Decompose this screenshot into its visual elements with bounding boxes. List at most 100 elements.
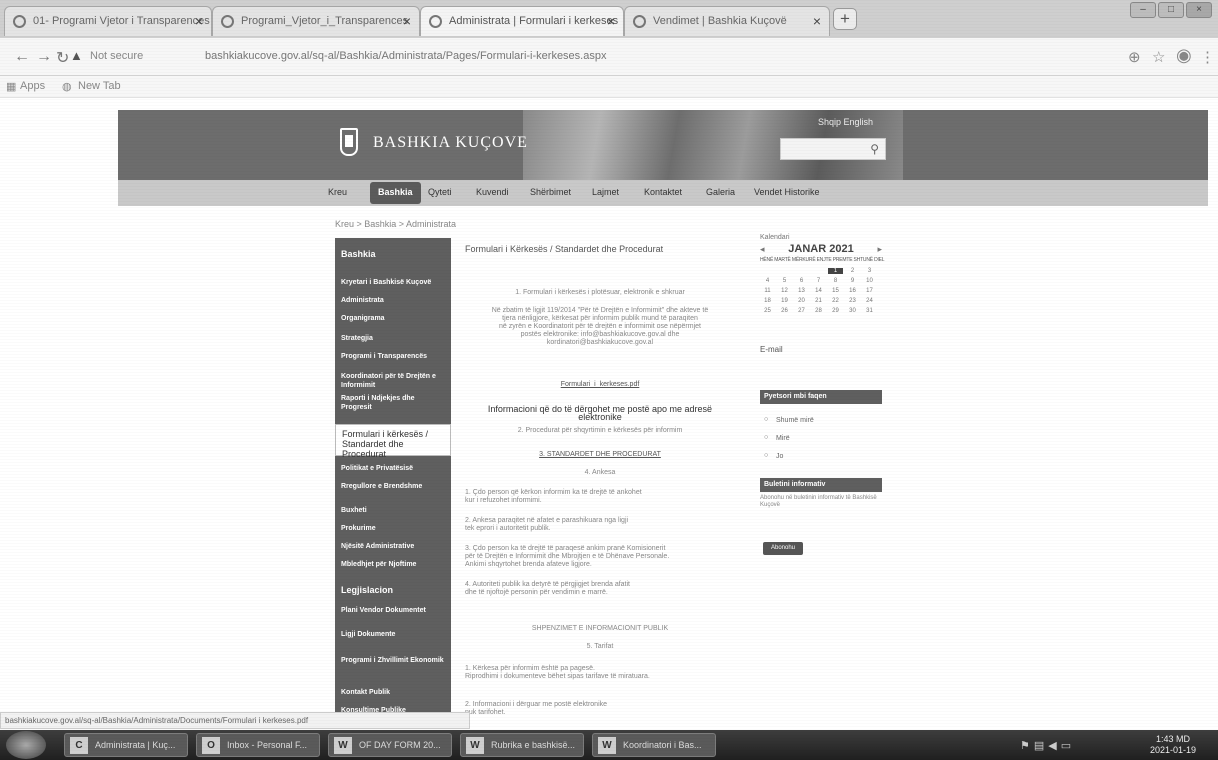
browser-tab-active[interactable]: Administrata | Formulari i kerkeses × — [420, 6, 624, 36]
sidebar-item[interactable]: Programi i Transparencës — [341, 352, 447, 361]
browser-tab[interactable]: 01- Programi Vjetor i Transparences × — [4, 6, 212, 36]
radio-icon[interactable]: ○ — [764, 434, 768, 441]
apps-grid-icon[interactable]: ▦ — [6, 80, 16, 93]
menu-icon[interactable]: ⋮ — [1200, 48, 1215, 66]
taskbar-item[interactable]: C Administrata | Kuç... — [64, 733, 188, 757]
section-link[interactable]: 3. STANDARDET DHE PROCEDURAT — [465, 451, 735, 459]
calendar-day[interactable]: 20 — [794, 298, 809, 304]
nav-item-kreu[interactable]: Kreu — [328, 187, 347, 197]
calendar-day[interactable]: 14 — [811, 288, 826, 294]
site-search-input[interactable]: ⚲ — [780, 138, 886, 160]
sidebar-item[interactable]: Kryetari i Bashkisë Kuçovë — [341, 278, 447, 287]
reload-icon[interactable]: ↻ — [56, 48, 69, 68]
sidebar-item[interactable]: Ligji Dokumente — [341, 630, 447, 639]
sidebar-item[interactable]: Raporti i Ndjekjes dhe Progresit — [341, 394, 447, 412]
sidebar-item[interactable]: Buxheti — [341, 506, 447, 515]
profile-icon[interactable]: ◉ — [1176, 45, 1192, 66]
new-tab-button[interactable]: + — [833, 8, 857, 30]
calendar-day[interactable]: 2 — [845, 268, 860, 274]
calendar-day[interactable]: 19 — [777, 298, 792, 304]
calendar-day[interactable]: 22 — [828, 298, 843, 304]
minimize-button[interactable]: – — [1130, 2, 1156, 18]
calendar-day[interactable]: 16 — [845, 288, 860, 294]
taskbar-item[interactable]: W Rubrika e bashkisë... — [460, 733, 584, 757]
poll-option[interactable]: Mirë — [776, 435, 790, 442]
browser-tab[interactable]: Vendimet | Bashkia Kuçovë × — [624, 6, 830, 36]
calendar-day[interactable]: 9 — [845, 278, 860, 284]
email-label[interactable]: E-mail — [760, 345, 783, 354]
taskbar-item[interactable]: W Koordinatori i Bas... — [592, 733, 716, 757]
nav-item-vendet-historike[interactable]: Vendet Historike — [754, 187, 820, 197]
sidebar-item[interactable]: Politikat e Privatësisë — [341, 464, 447, 473]
calendar-day[interactable]: 12 — [777, 288, 792, 294]
nav-item-kontaktet[interactable]: Kontaktet — [644, 187, 682, 197]
calendar-day[interactable]: 23 — [845, 298, 860, 304]
close-icon[interactable]: × — [607, 13, 615, 29]
nav-item-bashkia[interactable]: Bashkia — [370, 182, 421, 204]
form-download-link[interactable]: Formulari_i_kerkeses.pdf — [465, 381, 735, 389]
sidebar-item[interactable]: Organigrama — [341, 314, 447, 323]
nav-item-galeria[interactable]: Galeria — [706, 187, 735, 197]
calendar-day[interactable]: 15 — [828, 288, 843, 294]
calendar-day[interactable]: 27 — [794, 308, 809, 314]
calendar-day[interactable]: 5 — [777, 278, 792, 284]
back-arrow-icon[interactable]: ← — [14, 48, 30, 66]
calendar-day[interactable]: 8 — [828, 278, 843, 284]
calendar-day[interactable]: 21 — [811, 298, 826, 304]
calendar-day[interactable]: 3 — [862, 268, 877, 274]
calendar-day[interactable]: 13 — [794, 288, 809, 294]
sidebar-item[interactable]: Strategjia — [341, 334, 447, 343]
sidebar-item[interactable]: Kontakt Publik — [341, 688, 447, 697]
taskbar-item[interactable]: O Inbox - Personal F... — [196, 733, 320, 757]
sidebar-item-selected[interactable]: Formulari i kërkesës / Standardet dhe Pr… — [335, 424, 451, 459]
star-icon[interactable]: ☆ — [1152, 48, 1165, 66]
search-icon[interactable]: ⚲ — [870, 142, 879, 156]
calendar-day[interactable]: 29 — [828, 308, 843, 314]
bookmark-apps[interactable]: Apps — [20, 80, 45, 92]
breadcrumb[interactable]: Kreu > Bashkia > Administrata — [335, 219, 456, 229]
sidebar-item[interactable]: Njësitë Administrative — [341, 542, 447, 551]
calendar-day[interactable]: 6 — [794, 278, 809, 284]
sidebar-item[interactable]: Administrata — [341, 296, 447, 305]
close-icon[interactable]: × — [813, 13, 821, 29]
close-window-button[interactable]: × — [1186, 2, 1212, 18]
sidebar-item[interactable]: Koordinatori për të Drejtën e Informimit — [341, 372, 447, 390]
calendar-day[interactable]: 18 — [760, 298, 775, 304]
calendar-day[interactable]: 25 — [760, 308, 775, 314]
radio-icon[interactable]: ○ — [764, 452, 768, 459]
sidebar-item[interactable]: Prokurime — [341, 524, 447, 533]
calendar-day[interactable]: 30 — [845, 308, 860, 314]
zoom-icon[interactable]: ⊕ — [1128, 48, 1141, 66]
close-icon[interactable]: × — [195, 13, 203, 29]
url-field[interactable]: ▲ Not secure bashkiakucove.gov.al/sq-al/… — [70, 45, 1085, 69]
calendar-day[interactable]: 31 — [862, 308, 877, 314]
network-icon[interactable]: ▤ — [1034, 740, 1048, 752]
nav-item-qyteti[interactable]: Qyteti — [428, 187, 452, 197]
sidebar-heading[interactable]: Bashkia — [341, 250, 447, 259]
start-button[interactable] — [6, 731, 46, 759]
sidebar-item[interactable]: Mbledhjet për Njoftime — [341, 560, 447, 569]
subscribe-button[interactable]: Abonohu — [763, 542, 803, 555]
system-clock[interactable]: 1:43 MD 2021-01-19 — [1150, 734, 1196, 756]
poll-option[interactable]: Jo — [776, 453, 783, 460]
calendar-day[interactable]: 11 — [760, 288, 775, 294]
sidebar-item[interactable]: Programi i Zhvillimit Ekonomik — [341, 656, 447, 665]
close-icon[interactable]: × — [403, 13, 411, 29]
calendar-day-today[interactable]: 1 — [828, 268, 843, 274]
sidebar-heading[interactable]: Legjislacion — [341, 586, 447, 595]
next-month-icon[interactable]: ▸ — [877, 244, 882, 255]
calendar-day[interactable]: 4 — [760, 278, 775, 284]
calendar-day[interactable]: 7 — [811, 278, 826, 284]
radio-icon[interactable]: ○ — [764, 416, 768, 423]
calendar-day[interactable]: 10 — [862, 278, 877, 284]
nav-item-sherbimet[interactable]: Shërbimet — [530, 187, 571, 197]
calendar-day[interactable]: 24 — [862, 298, 877, 304]
taskbar-item[interactable]: W OF DAY FORM 20... — [328, 733, 452, 757]
sidebar-item[interactable]: Plani Vendor Dokumentet — [341, 606, 447, 615]
poll-option[interactable]: Shumë mirë — [776, 417, 814, 424]
calendar-day[interactable]: 17 — [862, 288, 877, 294]
browser-tab[interactable]: Programi_Vjetor_i_Transparences × — [212, 6, 420, 36]
language-switch[interactable]: Shqip English — [818, 117, 873, 127]
calendar-day[interactable]: 26 — [777, 308, 792, 314]
calendar-day[interactable]: 28 — [811, 308, 826, 314]
